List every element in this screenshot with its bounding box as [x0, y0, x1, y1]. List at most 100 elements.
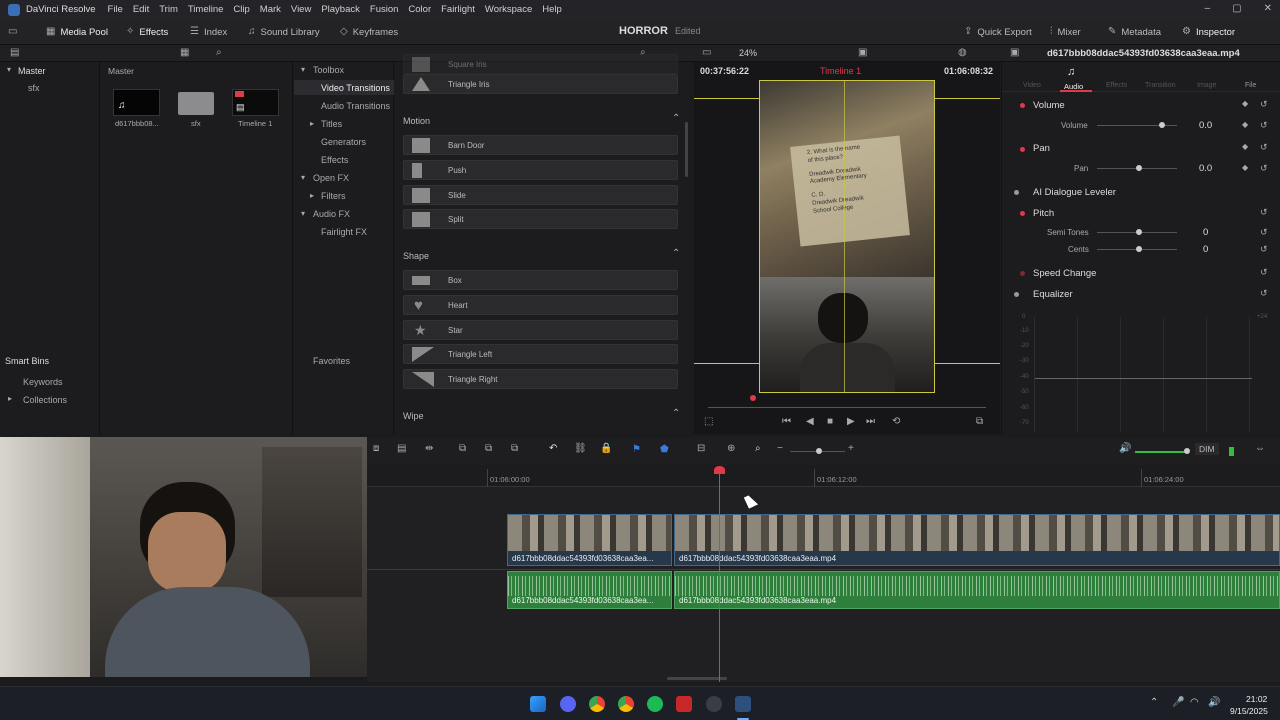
volume-knob[interactable] — [1184, 448, 1190, 454]
effect-triangle-right[interactable]: Triangle Right — [403, 369, 678, 389]
pan-value[interactable]: 0.0 — [1199, 163, 1212, 174]
volume-reset-icon[interactable]: ↺ — [1260, 100, 1268, 109]
go-to-start-icon[interactable]: ⏮ — [782, 417, 791, 427]
tab-transition[interactable]: Transition — [1145, 82, 1175, 89]
microphone-icon[interactable]: 🎤 — [1172, 698, 1184, 708]
lock-icon[interactable]: 🔒 — [600, 444, 612, 454]
video-clip[interactable]: d617bbb08ddac54393fd03638caa3ea... — [507, 514, 672, 566]
smart-bin-collections[interactable]: Collections — [23, 395, 67, 405]
search-icon[interactable]: ⌕ — [216, 48, 222, 58]
effect-barn-door[interactable]: Barn Door — [403, 135, 678, 155]
inspector-button[interactable]: ⚙ Inspector — [1182, 19, 1235, 45]
pan-keyframe-icon[interactable]: ◆ — [1242, 143, 1248, 151]
semi-reset-icon[interactable]: ↺ — [1260, 228, 1268, 237]
volume-value-keyframe-icon[interactable]: ◆ — [1242, 121, 1248, 129]
collapse-shape-icon[interactable]: ⌃ — [672, 249, 680, 259]
volume-knob[interactable] — [1159, 122, 1165, 128]
overwrite-clip-icon[interactable]: ▤ — [397, 444, 406, 454]
wifi-icon[interactable]: ◠ — [1190, 698, 1199, 708]
folder-icon[interactable] — [178, 92, 214, 115]
ripple-overwrite-icon[interactable]: ⧉ — [485, 444, 492, 454]
toolbox-chevron-icon[interactable]: ▾ — [301, 65, 305, 74]
clip-thumbnail[interactable]: ♫ — [113, 89, 160, 116]
collapse-wipe-icon[interactable]: ⌃ — [672, 409, 680, 419]
close-icon[interactable]: ✕ — [1264, 3, 1272, 14]
effect-star[interactable]: ★ Star — [403, 320, 678, 340]
menu-workspace[interactable]: Workspace — [485, 4, 532, 15]
obs-icon[interactable] — [706, 696, 722, 712]
keyframes-button[interactable]: ◇ Keyframes — [340, 19, 398, 45]
zoom-custom-icon[interactable]: ⌕ — [755, 444, 761, 454]
eq-reset-icon[interactable]: ↺ — [1260, 289, 1268, 298]
effect-triangle-iris[interactable]: Triangle Iris — [403, 74, 678, 94]
cents-reset-icon[interactable]: ↺ — [1260, 245, 1268, 254]
timeline-scrollbar[interactable] — [667, 677, 727, 680]
filters-chevron-icon[interactable]: ▸ — [310, 191, 314, 200]
menu-fusion[interactable]: Fusion — [370, 4, 399, 15]
menu-edit[interactable]: Edit — [133, 4, 149, 15]
menu-mark[interactable]: Mark — [260, 4, 281, 15]
media-pool-button[interactable]: ▦ Media Pool — [46, 19, 108, 45]
openfx-chevron-icon[interactable]: ▾ — [301, 173, 305, 182]
timeline-name[interactable]: Timeline 1 — [820, 66, 861, 76]
chevron-down-icon[interactable]: ▾ — [7, 66, 11, 74]
place-on-top-icon[interactable]: ⧉ — [459, 444, 466, 454]
effects-button[interactable]: ✧ Effects — [126, 19, 168, 45]
spotify-icon[interactable] — [647, 696, 663, 712]
menu-trim[interactable]: Trim — [159, 4, 178, 15]
play-reverse-icon[interactable]: ◀ — [806, 417, 814, 427]
inspector-toggle-icon[interactable]: ▣ — [1010, 48, 1019, 58]
menu-timeline[interactable]: Timeline — [188, 4, 224, 15]
link-icon[interactable]: ⛓ — [574, 444, 587, 454]
clock-date[interactable]: 9/15/2025 — [1230, 706, 1268, 716]
tab-video[interactable]: Video — [1023, 82, 1041, 89]
tree-audio-transitions[interactable]: Audio Transitions — [321, 101, 390, 111]
zoom-out-icon[interactable]: − — [777, 444, 783, 454]
chrome-profile-icon[interactable] — [618, 696, 634, 712]
audio-clip-2[interactable]: d617bbb08ddac54393fd03638caa3eaa.mp4 — [674, 571, 1280, 609]
insert-clip-icon[interactable]: ⧈ — [373, 444, 379, 454]
minimize-icon[interactable]: – — [1205, 3, 1211, 14]
tab-file[interactable]: File — [1245, 82, 1256, 89]
menu-playback[interactable]: Playback — [321, 4, 360, 15]
grid-view-icon[interactable]: ▦ — [180, 48, 189, 58]
volume-value-reset-icon[interactable]: ↺ — [1260, 121, 1268, 130]
replace-clip-icon[interactable]: ⇹ — [425, 444, 433, 454]
menu-color[interactable]: Color — [408, 4, 431, 15]
menu-fairlight[interactable]: Fairlight — [441, 4, 475, 15]
tree-open-fx[interactable]: Open FX — [313, 173, 349, 183]
video-clip-2[interactable]: d617bbb08ddac54393fd03638caa3eaa.mp4 — [674, 514, 1280, 566]
effect-push[interactable]: Push — [403, 160, 678, 180]
discord-icon[interactable] — [560, 696, 576, 712]
effect-heart[interactable]: ♥ Heart — [403, 295, 678, 315]
semi-tones-value[interactable]: 0 — [1203, 227, 1208, 238]
zoom-in-icon[interactable]: + — [848, 444, 854, 454]
sound-library-button[interactable]: ♫ Sound Library — [248, 19, 320, 45]
viewer-options-icon[interactable]: ▣ — [858, 48, 867, 58]
stop-icon[interactable]: ■ — [827, 417, 833, 427]
volume-value[interactable]: 0.0 — [1199, 120, 1212, 131]
video-frame[interactable]: 2. What is the name of this place? Dread… — [759, 80, 935, 393]
pan-value-keyframe-icon[interactable]: ◆ — [1242, 164, 1248, 172]
volume-enable-dot[interactable] — [1020, 103, 1025, 108]
bin-master[interactable]: Master — [18, 66, 46, 76]
speed-change-dot[interactable] — [1020, 271, 1025, 276]
tree-titles[interactable]: Titles — [321, 119, 342, 129]
bin-sfx[interactable]: sfx — [28, 83, 40, 93]
tree-video-transitions[interactable]: Video Transitions — [321, 83, 390, 93]
audiofx-chevron-icon[interactable]: ▾ — [301, 209, 305, 218]
pan-knob[interactable] — [1136, 165, 1142, 171]
pan-enable-dot[interactable] — [1020, 147, 1025, 152]
volume-keyframe-icon[interactable]: ◆ — [1242, 100, 1248, 108]
tree-fairlight-fx[interactable]: Fairlight FX — [321, 227, 367, 237]
titles-chevron-icon[interactable]: ▸ — [310, 119, 314, 128]
menu-file[interactable]: File — [108, 4, 123, 15]
cents-value[interactable]: 0 — [1203, 244, 1208, 255]
viewer-crop-icon[interactable]: ⬚ — [704, 417, 713, 427]
scrub-bar[interactable] — [708, 407, 986, 408]
effect-square-iris[interactable]: Square Iris — [403, 54, 678, 74]
index-button[interactable]: ☰ Index — [190, 19, 227, 45]
voicemeeter-icon[interactable] — [676, 696, 692, 712]
pitch-reset-icon[interactable]: ↺ — [1260, 208, 1268, 217]
ai-dialogue-dot[interactable] — [1014, 190, 1019, 195]
